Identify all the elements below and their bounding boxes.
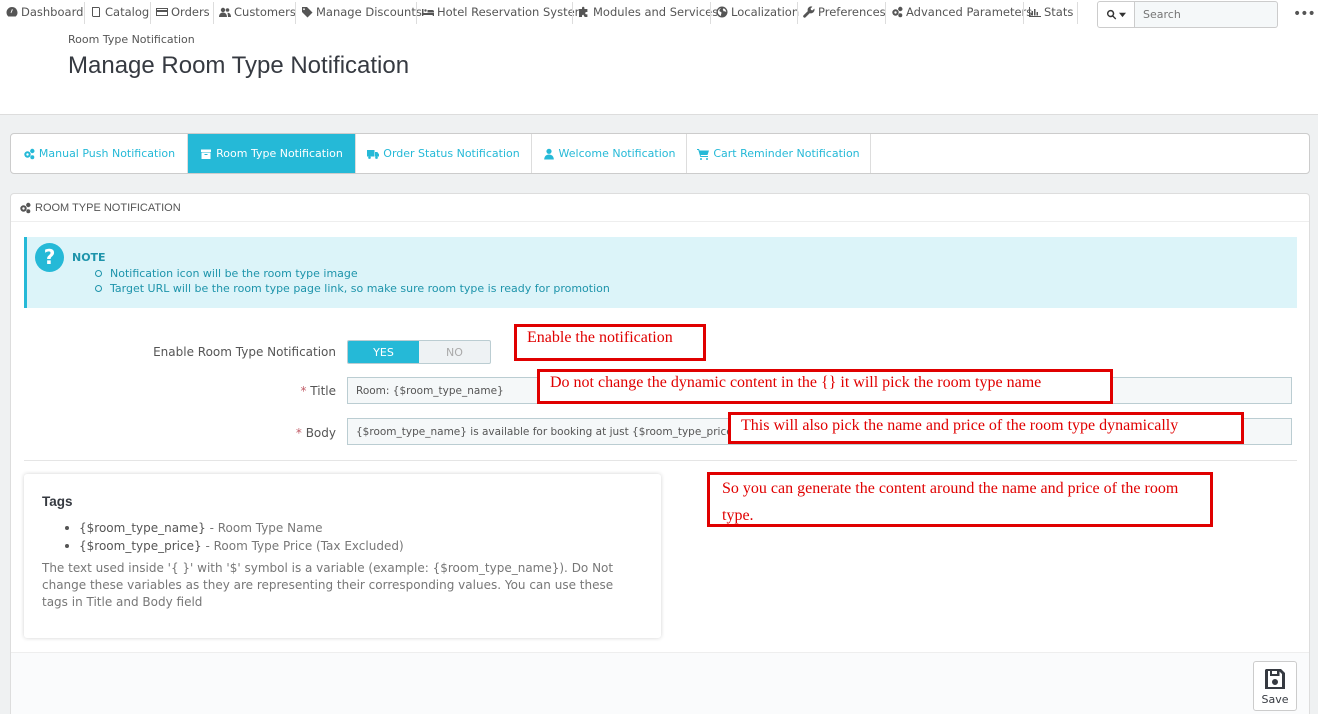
body-label: * Body: [295, 426, 336, 440]
tab-order-status[interactable]: Order Status Notification: [356, 134, 532, 173]
search-group: [1097, 1, 1278, 28]
tags-title: Tags: [42, 494, 73, 509]
dashboard-icon: [6, 7, 18, 17]
nav-item-customers[interactable]: Customers: [213, 0, 296, 24]
truck-icon: [367, 149, 380, 159]
list-item: Target URL will be the room type page li…: [95, 281, 610, 296]
nav-item-preferences[interactable]: Preferences: [797, 0, 886, 24]
nav-item-advanced-parameters[interactable]: Advanced Parameters: [885, 0, 1032, 24]
title-label: * Title: [300, 384, 336, 398]
cogs-icon: [24, 148, 35, 159]
annotation-body: This will also pick the name and price o…: [728, 412, 1244, 444]
list-item: {$room_type_name} - Room Type Name: [64, 519, 404, 537]
bar-chart-icon: [1029, 7, 1041, 17]
wrench-icon: [803, 6, 815, 18]
globe-icon: [716, 6, 728, 18]
toggle-no[interactable]: NO: [419, 341, 490, 363]
annotation-enable: Enable the notification: [514, 324, 706, 361]
credit-card-icon: [156, 8, 168, 16]
list-item: {$room_type_price} - Room Type Price (Ta…: [64, 537, 404, 555]
enable-label: Enable Room Type Notification: [153, 345, 336, 359]
room-type-notification-panel: Room Type Notification ? NOTE Notificati…: [10, 193, 1310, 714]
nav-item-catalog[interactable]: Catalog: [84, 0, 149, 24]
cogs-icon: [20, 202, 31, 213]
nav-item-stats[interactable]: Stats: [1023, 0, 1073, 24]
book-icon: [92, 7, 100, 17]
users-icon: [219, 7, 231, 17]
required-mark: *: [300, 384, 307, 398]
tab-manual-push[interactable]: Manual Push Notification: [11, 134, 188, 173]
question-icon: ?: [35, 243, 64, 272]
toggle-yes[interactable]: YES: [348, 341, 419, 363]
annotation-title: Do not change the dynamic content in the…: [537, 369, 1113, 404]
page-title: Manage Room Type Notification: [68, 52, 410, 79]
save-icon: [1265, 668, 1285, 689]
nav-item-modules[interactable]: Modules and Services: [572, 0, 718, 24]
annotation-tags: So you can generate the content around t…: [707, 472, 1213, 527]
enable-toggle[interactable]: YES NO: [347, 340, 491, 364]
nav-item-dashboard[interactable]: Dashboard: [0, 0, 83, 24]
tab-room-type[interactable]: Room Type Notification: [188, 134, 356, 173]
save-button[interactable]: Save: [1253, 661, 1297, 711]
divider: [24, 460, 1297, 461]
nav-item-hotel-reservation[interactable]: Hotel Reservation System: [416, 0, 586, 24]
top-navigation: Dashboard Catalog Orders Customers Manag…: [0, 0, 1318, 28]
puzzle-icon: [579, 6, 588, 17]
room-icon: [201, 149, 212, 159]
more-options-button[interactable]: •••: [1293, 6, 1316, 22]
tag-icon: [302, 7, 313, 18]
tags-box: Tags {$room_type_name} - Room Type Name …: [24, 474, 661, 638]
breadcrumb[interactable]: Room Type Notification: [68, 33, 195, 46]
nav-item-manage-discounts[interactable]: Manage Discounts: [295, 0, 422, 24]
cart-icon: [697, 148, 710, 160]
list-item: Notification icon will be the room type …: [95, 266, 610, 281]
tags-note: The text used inside '{ }' with '$' symb…: [42, 561, 614, 609]
search-icon: [1107, 9, 1117, 20]
note-alert: ? NOTE Notification icon will be the roo…: [24, 237, 1297, 308]
panel-heading: Room Type Notification: [11, 194, 1309, 222]
nav-item-localization[interactable]: Localization: [710, 0, 799, 24]
notification-tabs: Manual Push Notification Room Type Notif…: [10, 133, 1310, 174]
bed-icon: [422, 9, 434, 16]
tags-list: {$room_type_name} - Room Type Name {$roo…: [64, 519, 404, 555]
note-title: NOTE: [72, 251, 106, 264]
page-header: Room Type Notification Manage Room Type …: [0, 28, 1318, 115]
panel-footer: [11, 652, 1309, 714]
note-list: Notification icon will be the room type …: [95, 266, 610, 296]
tab-cart-reminder[interactable]: Cart Reminder Notification: [687, 134, 871, 173]
tab-welcome[interactable]: Welcome Notification: [532, 134, 687, 173]
caret-down-icon: [1119, 12, 1126, 18]
nav-item-orders[interactable]: Orders: [150, 0, 210, 24]
cogs-icon: [892, 6, 903, 18]
search-input[interactable]: [1135, 1, 1278, 28]
required-mark: *: [295, 426, 302, 440]
search-type-dropdown[interactable]: [1097, 1, 1135, 28]
user-icon: [543, 148, 554, 159]
